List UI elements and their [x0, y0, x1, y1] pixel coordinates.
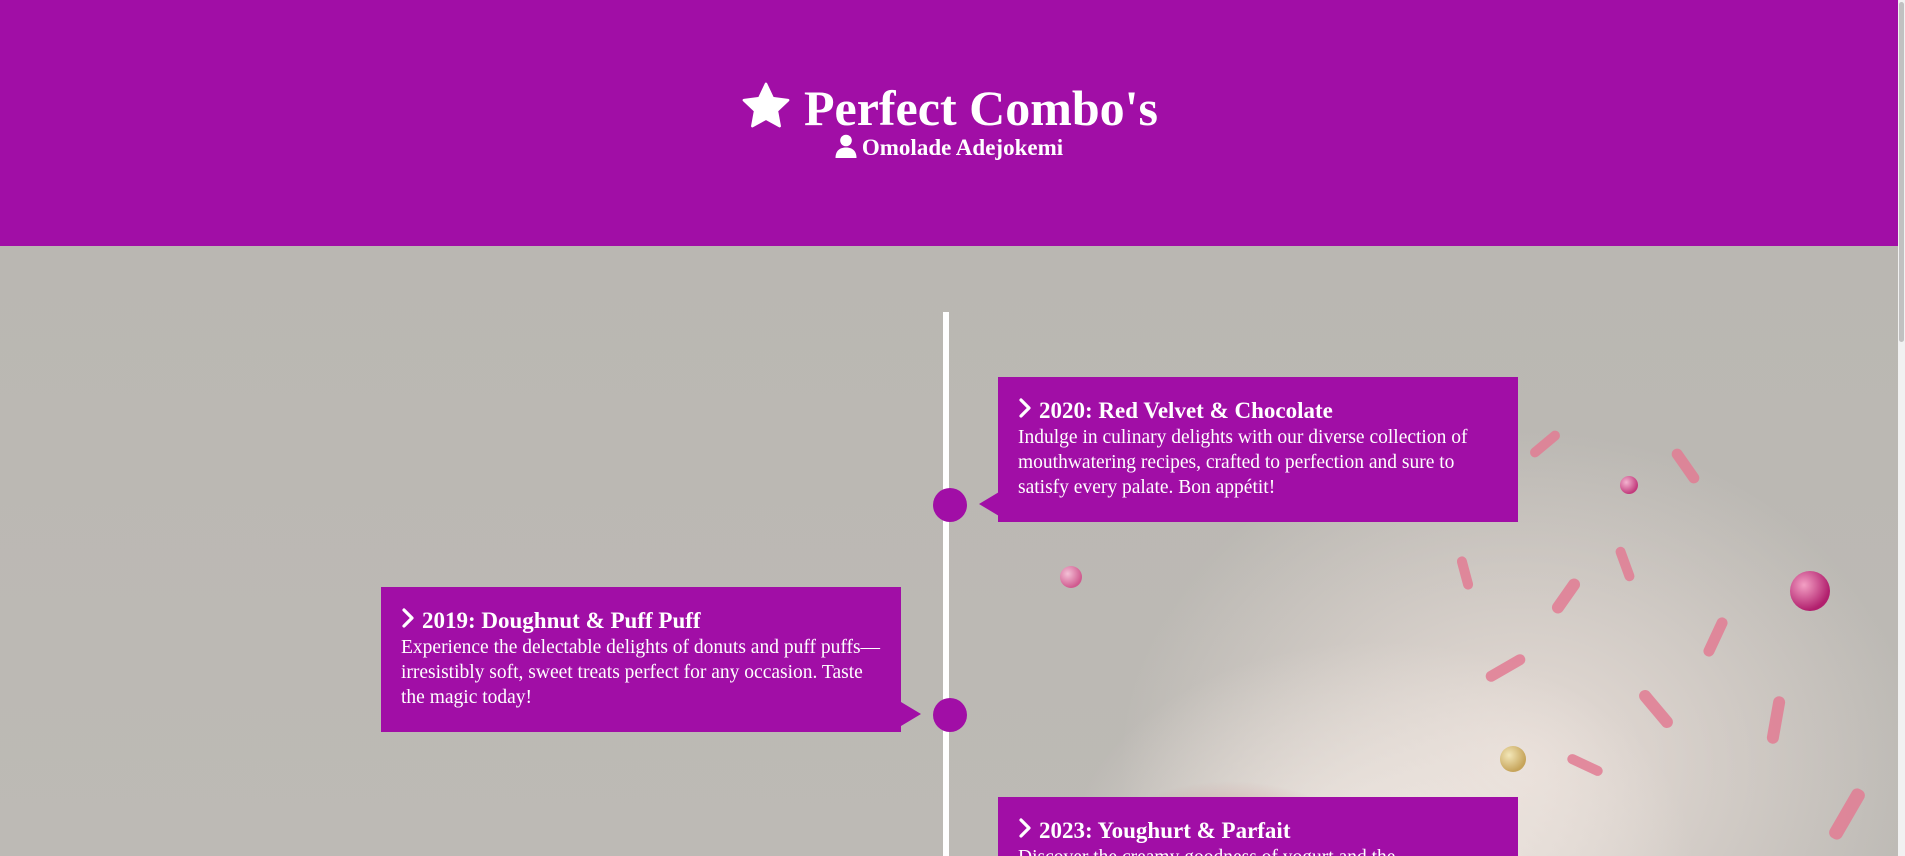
- star-icon: [740, 80, 804, 136]
- timeline-dot: [933, 698, 967, 732]
- sugar-ball: [1790, 571, 1830, 611]
- sugar-ball: [1620, 476, 1638, 494]
- sugar-ball: [1060, 566, 1082, 588]
- card-title: 2019: Doughnut & Puff Puff: [401, 607, 881, 635]
- sprinkle: [1565, 752, 1605, 778]
- author-name: Omolade Adejokemi: [861, 135, 1064, 160]
- sprinkle: [1826, 786, 1868, 842]
- timeline-line: [943, 312, 949, 856]
- timeline-card-2019: 2019: Doughnut & Puff Puff Experience th…: [381, 587, 901, 732]
- chevron-right-icon: [1018, 397, 1039, 425]
- scrollbar-thumb[interactable]: [1899, 2, 1904, 342]
- card-title: 2020: Red Velvet & Chocolate: [1018, 397, 1498, 425]
- sprinkle: [1701, 615, 1730, 659]
- sugar-ball: [1500, 746, 1526, 772]
- sprinkle: [1549, 576, 1583, 616]
- sprinkle: [1636, 687, 1676, 731]
- author-row: Omolade Adejokemi: [0, 133, 1898, 163]
- card-text: Discover the creamy goodness of yogurt a…: [1018, 845, 1498, 856]
- card-title-text: 2020: Red Velvet & Chocolate: [1039, 398, 1333, 423]
- card-text: Experience the delectable delights of do…: [401, 637, 881, 708]
- card-arrow: [901, 702, 921, 726]
- page: Perfect Combo's Omolade Adejokemi 2020: …: [0, 0, 1905, 856]
- sprinkle: [1614, 545, 1636, 583]
- background-image: [0, 246, 1898, 856]
- sprinkle: [1669, 446, 1702, 486]
- card-title: 2023: Youghurt & Parfait: [1018, 817, 1498, 845]
- sprinkle: [1483, 652, 1528, 684]
- page-title: Perfect Combo's: [803, 80, 1159, 136]
- user-icon: [835, 134, 862, 162]
- sprinkle: [1527, 428, 1563, 460]
- sprinkle: [1765, 695, 1787, 745]
- timeline-card-2023: 2023: Youghurt & Parfait Discover the cr…: [998, 797, 1518, 856]
- card-arrow: [979, 492, 999, 516]
- timeline-card-2020: 2020: Red Velvet & Chocolate Indulge in …: [998, 377, 1518, 522]
- chevron-right-icon: [401, 607, 422, 635]
- card-title-text: 2019: Doughnut & Puff Puff: [422, 608, 701, 633]
- chevron-right-icon: [1018, 817, 1039, 845]
- card-title-text: 2023: Youghurt & Parfait: [1039, 818, 1291, 843]
- page-header: Perfect Combo's Omolade Adejokemi: [0, 0, 1898, 246]
- sprinkle: [1455, 555, 1475, 591]
- timeline-dot: [933, 488, 967, 522]
- card-text: Indulge in culinary delights with our di…: [1018, 427, 1468, 498]
- title-row: Perfect Combo's: [0, 78, 1898, 138]
